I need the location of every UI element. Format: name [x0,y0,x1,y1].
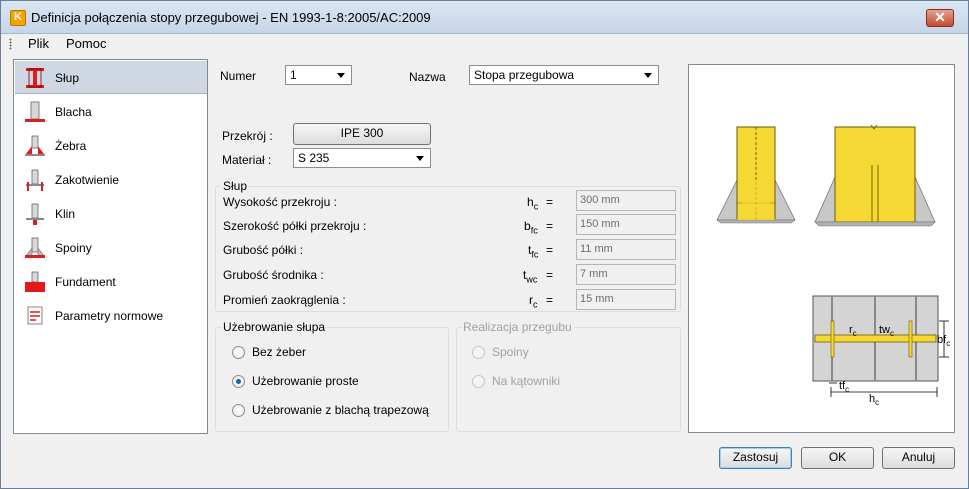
nav-label: Klin [55,207,76,221]
eq: = [546,268,554,282]
radio-button[interactable] [232,346,245,359]
welds-icon [25,237,45,258]
nav-label: Parametry normowe [55,309,164,323]
wedge-icon [26,203,44,225]
height-field: 300 mm [576,190,676,211]
fillet-radius-symbol: rc [529,293,538,310]
close-button[interactable]: ✕ [926,9,954,27]
chevron-down-icon [337,73,345,78]
material-label: Materiał : [222,153,272,167]
przekroj-label: Przekrój : [222,129,273,143]
app-logo-icon [10,10,26,26]
flange-thickness-label: Grubość półki : [223,243,304,257]
hinge-group-title: Realizacja przegubu [461,320,574,334]
nav-label: Zakotwienie [55,173,120,187]
menu-bar: Plik Pomoc [1,34,968,54]
nav-label: Słup [55,71,80,85]
material-value: S 235 [298,151,330,165]
radio-button[interactable] [232,404,245,417]
nav-item-klin[interactable]: Klin [15,197,207,230]
eq: = [546,195,554,209]
web-thickness-label: Grubość środnika : [223,268,324,282]
navigation-list: Słup Blacha Żebra Zakotwienie Klin Spoin… [13,59,208,434]
nav-label: Fundament [55,275,116,289]
chevron-down-icon [416,156,424,161]
radio-button-disabled [472,346,485,359]
nav-label: Spoiny [55,241,92,255]
web-thickness-field: 7 mm [576,264,676,285]
nav-label: Żebra [55,139,87,153]
front-view [814,124,936,227]
fillet-radius-label: Promień zaokrąglenia : [223,293,346,307]
window-title: Definicja połączenia stopy przegubowej -… [31,10,431,25]
nazwa-select[interactable]: Stopa przegubowa [469,65,659,85]
nav-item-fundament[interactable]: Fundament [15,265,207,298]
eq: = [546,293,554,307]
nav-item-spoiny[interactable]: Spoiny [15,231,207,264]
nazwa-value: Stopa przegubowa [474,68,575,82]
cancel-button[interactable]: Anuluj [882,447,955,469]
ribs-icon [25,135,45,156]
code-parameters-icon [27,306,43,325]
flange-width-label: Szerokość półki przekroju : [223,219,367,233]
tfc-label: tfc [839,380,849,394]
eq: = [546,243,554,257]
hinge-group [456,327,681,432]
flange-width-symbol: bfc [524,219,538,236]
web-thickness-symbol: twc [523,268,538,285]
column-group-title: Słup [221,179,250,193]
apply-button[interactable]: Zastosuj [719,447,792,469]
flange-thickness-symbol: tfc [528,243,539,260]
numer-select[interactable]: 1 [285,65,352,85]
nav-item-zebra[interactable]: Żebra [15,129,207,162]
flange-thickness-field: 11 mm [576,239,676,260]
foundation-icon [25,271,45,292]
eq: = [546,219,554,233]
nav-item-blacha[interactable]: Blacha [15,95,207,128]
menu-grip-icon [9,38,12,50]
numer-value: 1 [290,68,297,82]
nav-item-zakotwienie[interactable]: Zakotwienie [15,163,207,196]
section-button[interactable]: IPE 300 [293,123,431,145]
title-bar: Definicja połączenia stopy przegubowej -… [1,1,968,34]
flange-width-field: 150 mm [576,214,676,235]
nazwa-label: Nazwa [409,70,446,84]
anchorage-icon [26,169,44,191]
preview-panel: rc twc bfc tfc hc [688,64,955,433]
height-symbol: hc [527,195,539,212]
column-icon [26,68,44,88]
ok-button[interactable]: OK [801,447,874,469]
nav-label: Blacha [55,105,92,119]
radio-button-disabled [472,375,485,388]
plate-icon [25,101,45,122]
radio-button-checked[interactable] [232,375,245,388]
connection-drawing: rc twc bfc tfc hc [716,124,950,407]
fillet-radius-field: 15 mm [576,289,676,310]
bfc-label: bfc [937,334,950,348]
dialog-window: Definicja połączenia stopy przegubowej -… [0,0,969,489]
hc-label: hc [869,393,879,407]
stiffening-group-title: Użebrowanie słupa [221,320,328,334]
height-label: Wysokość przekroju : [223,195,337,209]
material-select[interactable]: S 235 [293,148,431,168]
plan-view [812,295,949,397]
menu-pomoc[interactable]: Pomoc [66,36,106,51]
side-view [716,126,796,224]
nav-item-parametry-normowe[interactable]: Parametry normowe [15,299,207,332]
nav-item-slup[interactable]: Słup [15,61,207,94]
chevron-down-icon [644,73,652,78]
menu-plik[interactable]: Plik [28,36,49,51]
numer-label: Numer [220,69,257,83]
